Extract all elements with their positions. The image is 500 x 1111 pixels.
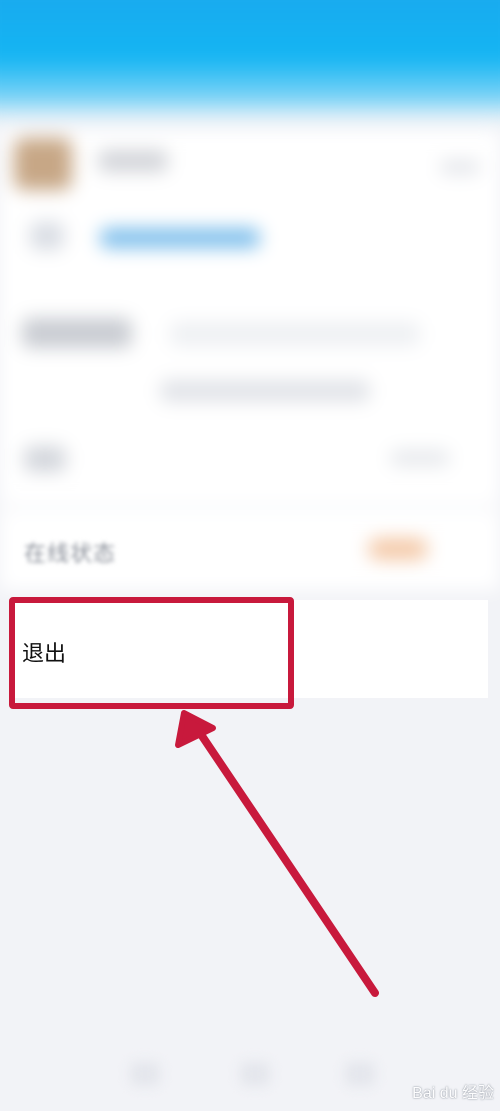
- annotation-arrow-icon: [175, 710, 379, 997]
- watermark-logo: Bai du 经验: [412, 1085, 494, 1102]
- nav-item: [240, 1062, 270, 1086]
- nav-item: [130, 1062, 160, 1086]
- nav-item: [345, 1062, 375, 1086]
- settings-screen: 在线状态 退出 Bai du 经验: [0, 0, 500, 1111]
